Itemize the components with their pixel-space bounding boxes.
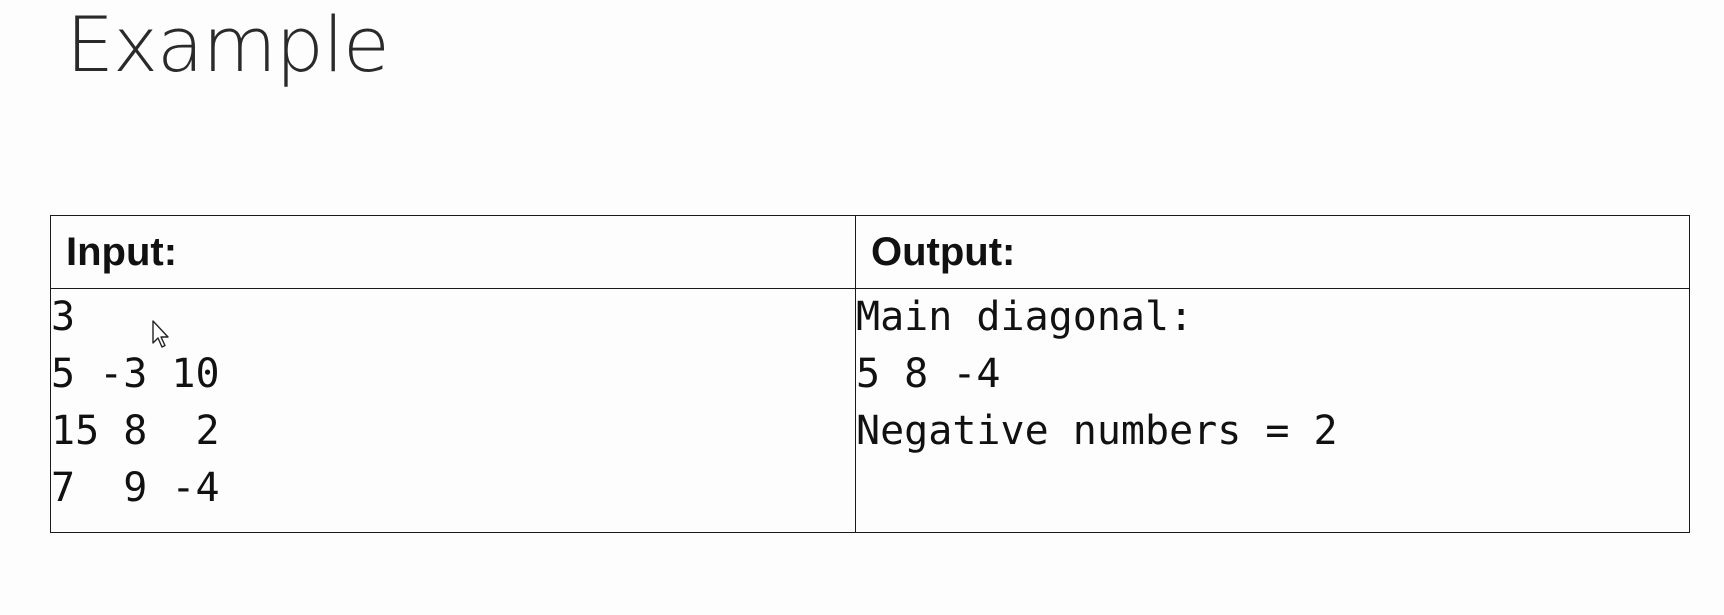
example-io-table: Input: Output: 3 5 -3 10 15 8 2 7 9 -4 M… <box>50 215 1690 533</box>
table-header-row: Input: Output: <box>50 215 1690 289</box>
input-line: 5 -3 10 <box>51 351 220 397</box>
input-line: 15 8 2 <box>51 408 220 454</box>
output-line: Main diagonal: <box>856 294 1194 340</box>
output-line: Negative numbers = 2 <box>856 408 1338 454</box>
slide-title: Example <box>66 0 390 89</box>
output-cell: Main diagonal: 5 8 -4 Negative numbers =… <box>855 288 1690 533</box>
output-line: 5 8 -4 <box>856 351 1001 397</box>
output-header: Output: <box>855 215 1690 289</box>
input-header: Input: <box>50 215 856 289</box>
input-line: 7 9 -4 <box>51 465 220 511</box>
table-content-row: 3 5 -3 10 15 8 2 7 9 -4 Main diagonal: 5… <box>50 288 1690 533</box>
mouse-pointer-icon <box>152 320 169 348</box>
